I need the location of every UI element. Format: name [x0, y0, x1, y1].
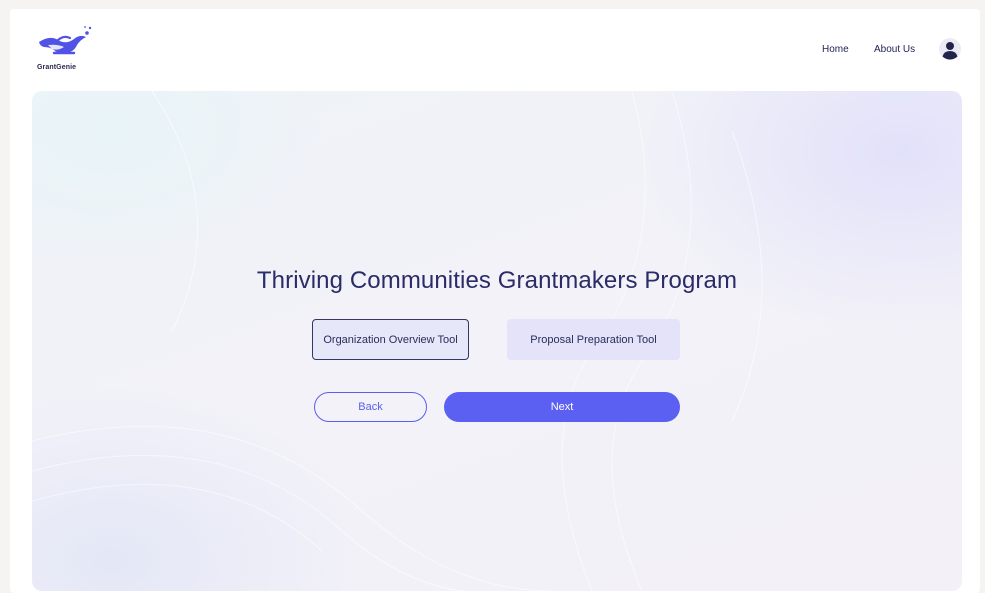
- user-icon[interactable]: [939, 38, 961, 60]
- page-title: Thriving Communities Grantmakers Program: [256, 267, 738, 294]
- nav-about-link[interactable]: About Us: [874, 44, 915, 55]
- proposal-preparation-tool-button[interactable]: Proposal Preparation Tool: [507, 319, 680, 360]
- hero-panel: Thriving Communities Grantmakers Program…: [32, 91, 962, 591]
- header: GrantGenie Home About Us: [10, 9, 980, 89]
- background-pattern: [32, 91, 763, 591]
- organization-overview-tool-button[interactable]: Organization Overview Tool: [312, 319, 469, 360]
- app-window: GrantGenie Home About Us Thriving Commun…: [10, 9, 980, 593]
- logo-text: GrantGenie: [37, 64, 77, 71]
- nav-home-link[interactable]: Home: [822, 44, 849, 55]
- logo[interactable]: GrantGenie: [36, 25, 96, 75]
- next-button[interactable]: Next: [444, 392, 680, 422]
- genie-lamp-icon: [39, 26, 92, 55]
- back-button[interactable]: Back: [314, 392, 427, 422]
